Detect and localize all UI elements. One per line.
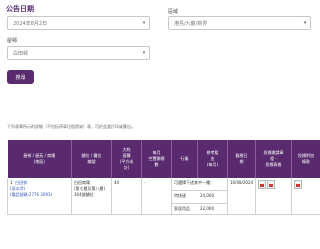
column-header: 參考租 金 (每月) [197, 140, 228, 178]
closing-date-cell: 16/08/2024 [227, 178, 256, 215]
date-select[interactable]: 2024年8月2日 ▾ [7, 16, 150, 30]
column-header: 截標日 期 [227, 140, 256, 178]
results-table: 屋邨 / 屋苑 / 商場 (地區) 舖位 / 攤位 編號 大約 面積 (平方米 … [7, 140, 320, 215]
pdf-icon[interactable] [294, 180, 302, 189]
chevron-down-icon: ▾ [142, 50, 146, 56]
column-header: 每月 空置開標 數 [141, 140, 172, 178]
column-header: 投標附加 條款 [291, 140, 320, 178]
chevron-down-icon: ▾ [303, 20, 307, 26]
section-title: 公告日期 [6, 5, 34, 13]
table-row: 1 白田邨 (深水埗) (電話號碼:2776 3093) 白田商場 (第七層及第… [7, 178, 320, 215]
trade-main: 可選擇下述其中一種： [174, 180, 214, 185]
district-select[interactable]: 港島/九龍/新界 ▾ [168, 16, 311, 30]
column-header: 行業 [171, 140, 198, 178]
estate-district[interactable]: (深水埗) [10, 186, 25, 191]
estate-phone[interactable]: (電話號碼:2776 3093) [10, 192, 52, 197]
vacancy-cell: - [141, 178, 172, 215]
column-header: 大約 面積 (平方米 計) [111, 140, 142, 178]
result-note: 下列表單所示的詳細（不包括停車位租賃或）表，可於此處打印或匯出。 [7, 124, 135, 129]
estate-value: 白田邨 [13, 50, 29, 57]
estate-cell: 1 白田邨 (深水埗) (電話號碼:2776 3093) [7, 178, 72, 215]
reference-rent-2: 22,000 [200, 206, 214, 211]
tender-terms-cell [291, 178, 320, 215]
table-header-row: 屋邨 / 屋苑 / 商場 (地區) 舖位 / 攤位 編號 大約 面積 (平方米 … [7, 140, 320, 178]
area-cell: 44 [111, 178, 142, 215]
estate-label: 屋邨 [7, 38, 18, 44]
column-header: 投標邀請章 程 - 投標表格 [255, 140, 292, 178]
chevron-down-icon: ▾ [142, 20, 146, 26]
estate-link[interactable]: 白田邨 [15, 180, 27, 185]
column-header: 舖位 / 攤位 編號 [71, 140, 112, 178]
column-header: 屋邨 / 屋苑 / 商場 (地區) [7, 140, 72, 178]
pdf-icon[interactable] [258, 180, 266, 189]
estate-select[interactable]: 白田邨 ▾ [7, 46, 150, 60]
district-value: 港島/九龍/新界 [174, 20, 208, 27]
pdf-icon[interactable] [267, 180, 276, 189]
reference-rent-1: 24,000 [200, 193, 214, 198]
date-value: 2024年8月2日 [13, 20, 48, 27]
trade-option-2: 家居用品 [174, 206, 190, 211]
shop-cell: 白田商場 (第七層及第八層) 304號舖位 [71, 178, 112, 215]
search-button[interactable]: 搜尋 [7, 70, 34, 84]
row-index: 1 [10, 180, 13, 185]
district-label: 區域 [168, 9, 179, 15]
trade-cell: 可選擇下述其中一種： 特快速 24,000 家居用品 22,000 [171, 178, 228, 215]
tender-form-cell [255, 178, 292, 215]
trade-option-1: 特快速 [174, 193, 186, 198]
